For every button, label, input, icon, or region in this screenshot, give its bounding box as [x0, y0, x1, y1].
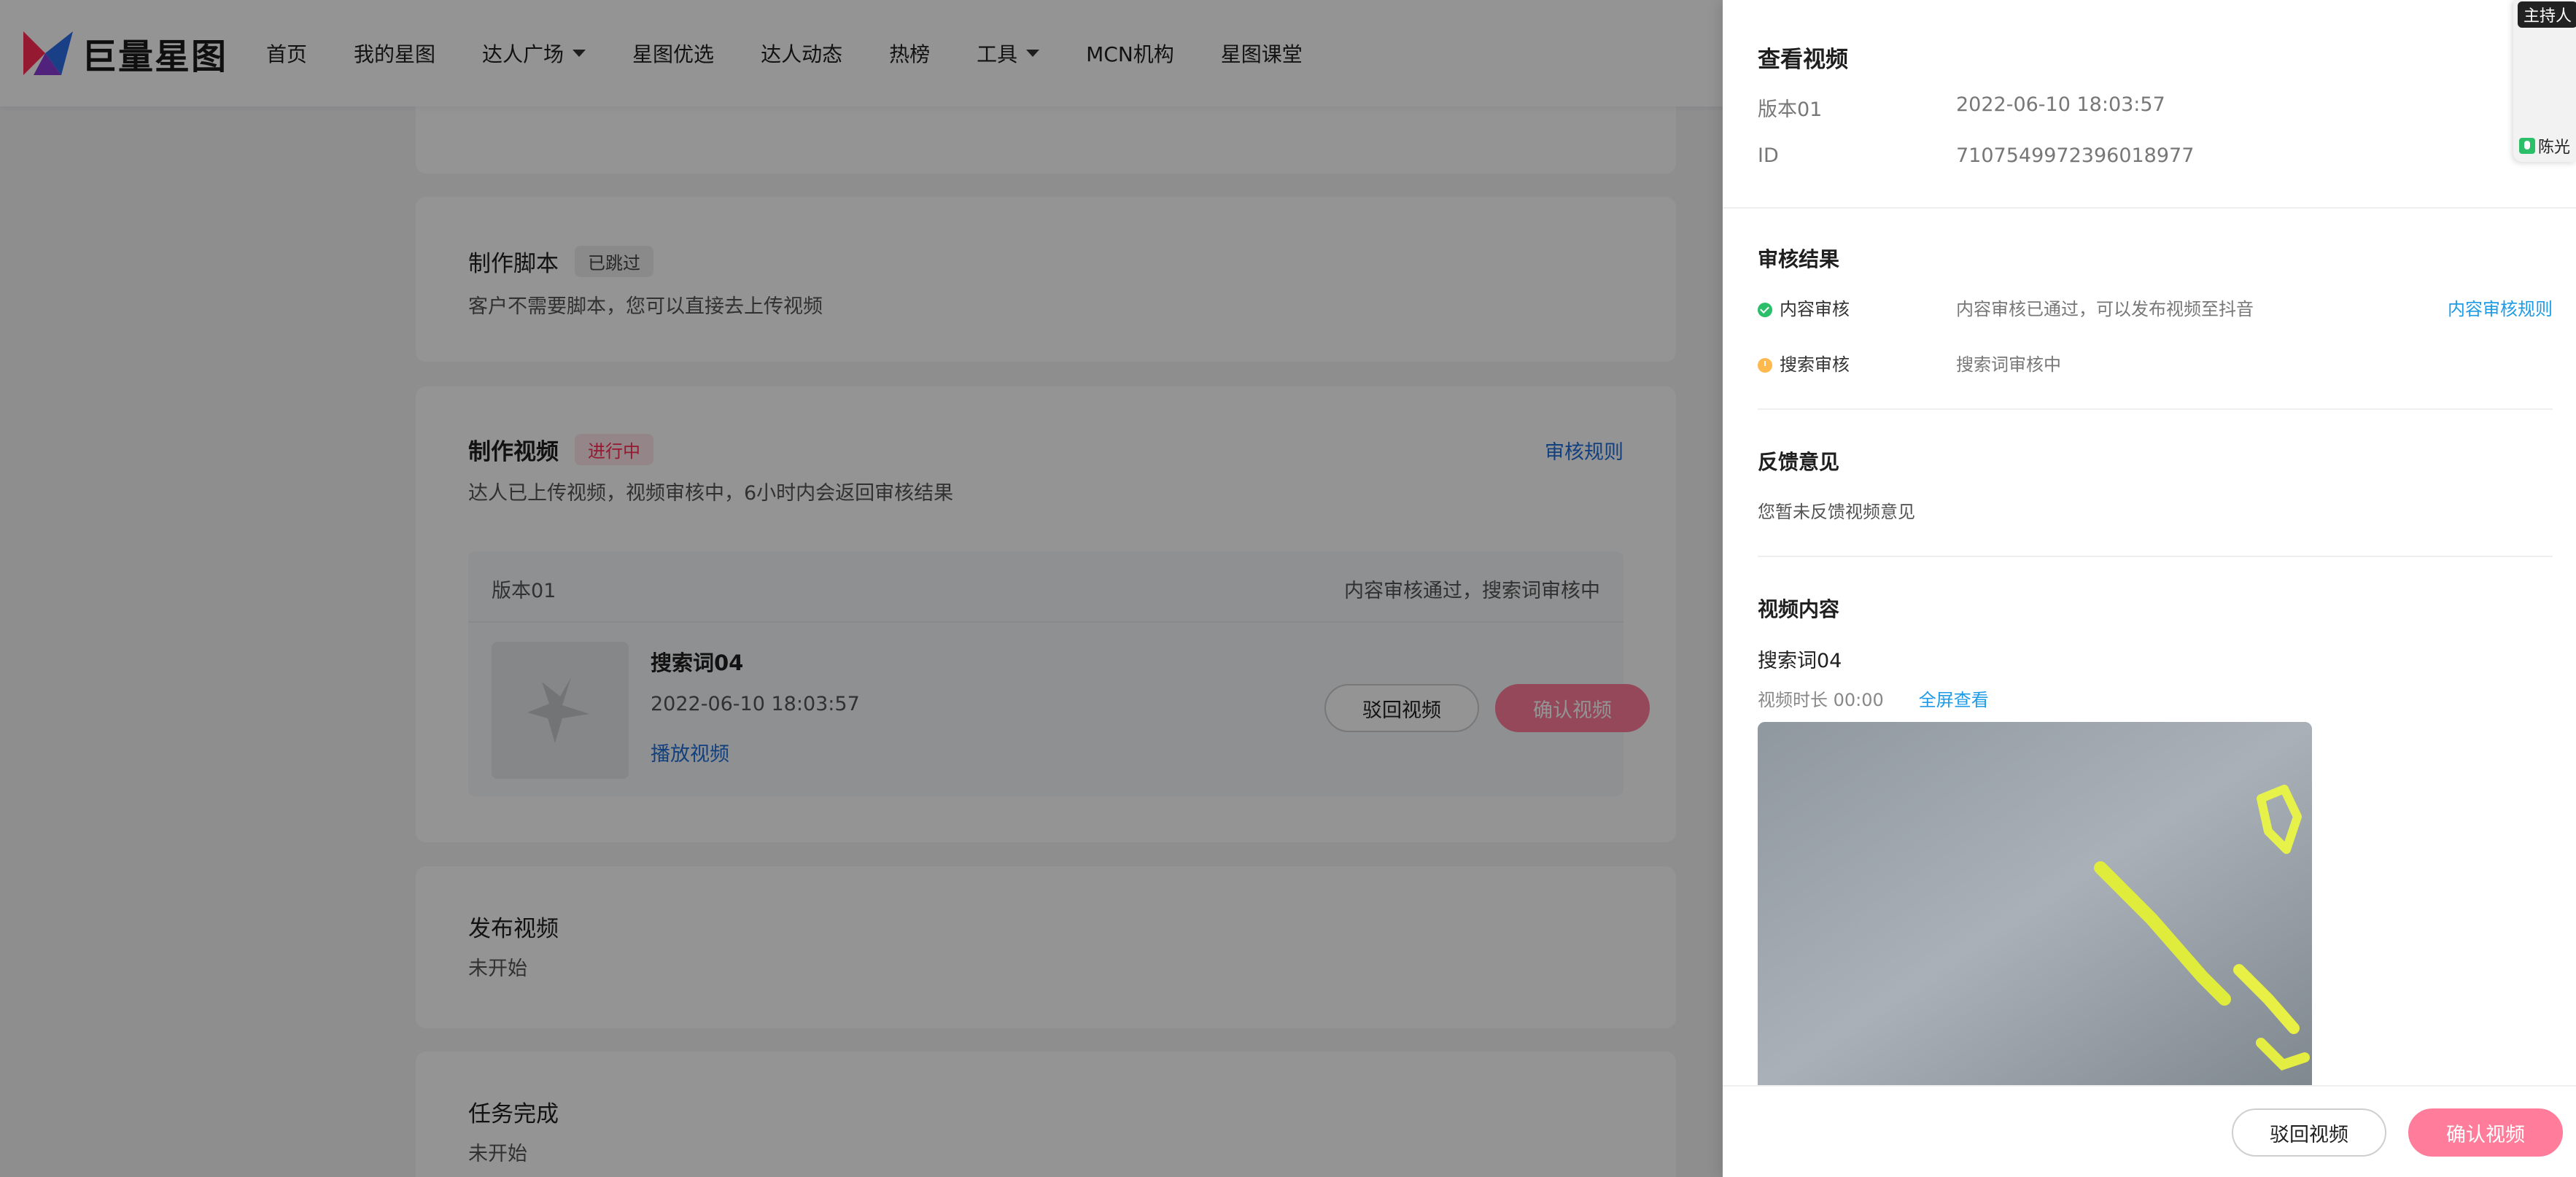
- modal-mask[interactable]: [0, 0, 1723, 1177]
- id-row: ID 7107549972396018977: [1758, 144, 2194, 167]
- microphone-icon: [2519, 138, 2535, 154]
- divider: [1758, 408, 2553, 410]
- search-review-row: 搜索审核 搜索词审核中: [1758, 350, 2553, 376]
- video-player[interactable]: [1758, 722, 2312, 1087]
- view-video-drawer: 查看视频 版本01 2022-06-10 18:03:57 ID 7107549…: [1723, 0, 2576, 1177]
- id-value: 7107549972396018977: [1956, 144, 2195, 167]
- feedback-text: 您暂未反馈视频意见: [1758, 502, 1915, 522]
- divider: [1723, 207, 2576, 209]
- pending-clock-icon: [1758, 358, 1772, 373]
- review-label: 搜索审核: [1780, 354, 1850, 375]
- drawer-title: 查看视频: [1758, 47, 1848, 73]
- review-value: 内容审核已通过，可以发布视频至抖音: [1956, 299, 2254, 319]
- presenter-video-tile[interactable]: 主持人 陈光: [2513, 0, 2576, 162]
- feedback-section-title: 反馈意见: [1758, 450, 1840, 474]
- presenter-name-row: 陈光: [2519, 134, 2570, 158]
- video-meta: 视频时长 00:00 全屏查看: [1758, 685, 1989, 711]
- fullscreen-link[interactable]: 全屏查看: [1919, 690, 1989, 710]
- review-value: 搜索词审核中: [1956, 354, 2061, 375]
- presenter-badge: 主持人: [2518, 1, 2576, 28]
- content-review-rules-link[interactable]: 内容审核规则: [2448, 295, 2553, 320]
- content-review-row: 内容审核 内容审核已通过，可以发布视频至抖音 内容审核规则: [1758, 295, 2553, 320]
- version-date: 2022-06-10 18:03:57: [1956, 93, 2165, 116]
- check-circle-icon: [1758, 303, 1772, 317]
- video-section-title: 视频内容: [1758, 597, 1840, 621]
- confirm-video-button[interactable]: 确认视频: [2408, 1108, 2563, 1157]
- id-label: ID: [1758, 144, 1779, 167]
- review-label: 内容审核: [1780, 299, 1850, 319]
- presenter-name: 陈光: [2538, 139, 2571, 157]
- video-frame-image: [1758, 722, 2312, 1087]
- version-row: 版本01 2022-06-10 18:03:57: [1758, 93, 2165, 122]
- drawer-footer: 驳回视频 确认视频: [1723, 1085, 2576, 1177]
- divider: [1758, 556, 2553, 557]
- reject-video-button[interactable]: 驳回视频: [2232, 1108, 2386, 1157]
- video-name: 搜索词04: [1758, 650, 1842, 672]
- video-duration: 视频时长 00:00: [1758, 690, 1884, 710]
- review-section-title: 审核结果: [1758, 247, 1840, 271]
- version-label: 版本01: [1758, 98, 1823, 121]
